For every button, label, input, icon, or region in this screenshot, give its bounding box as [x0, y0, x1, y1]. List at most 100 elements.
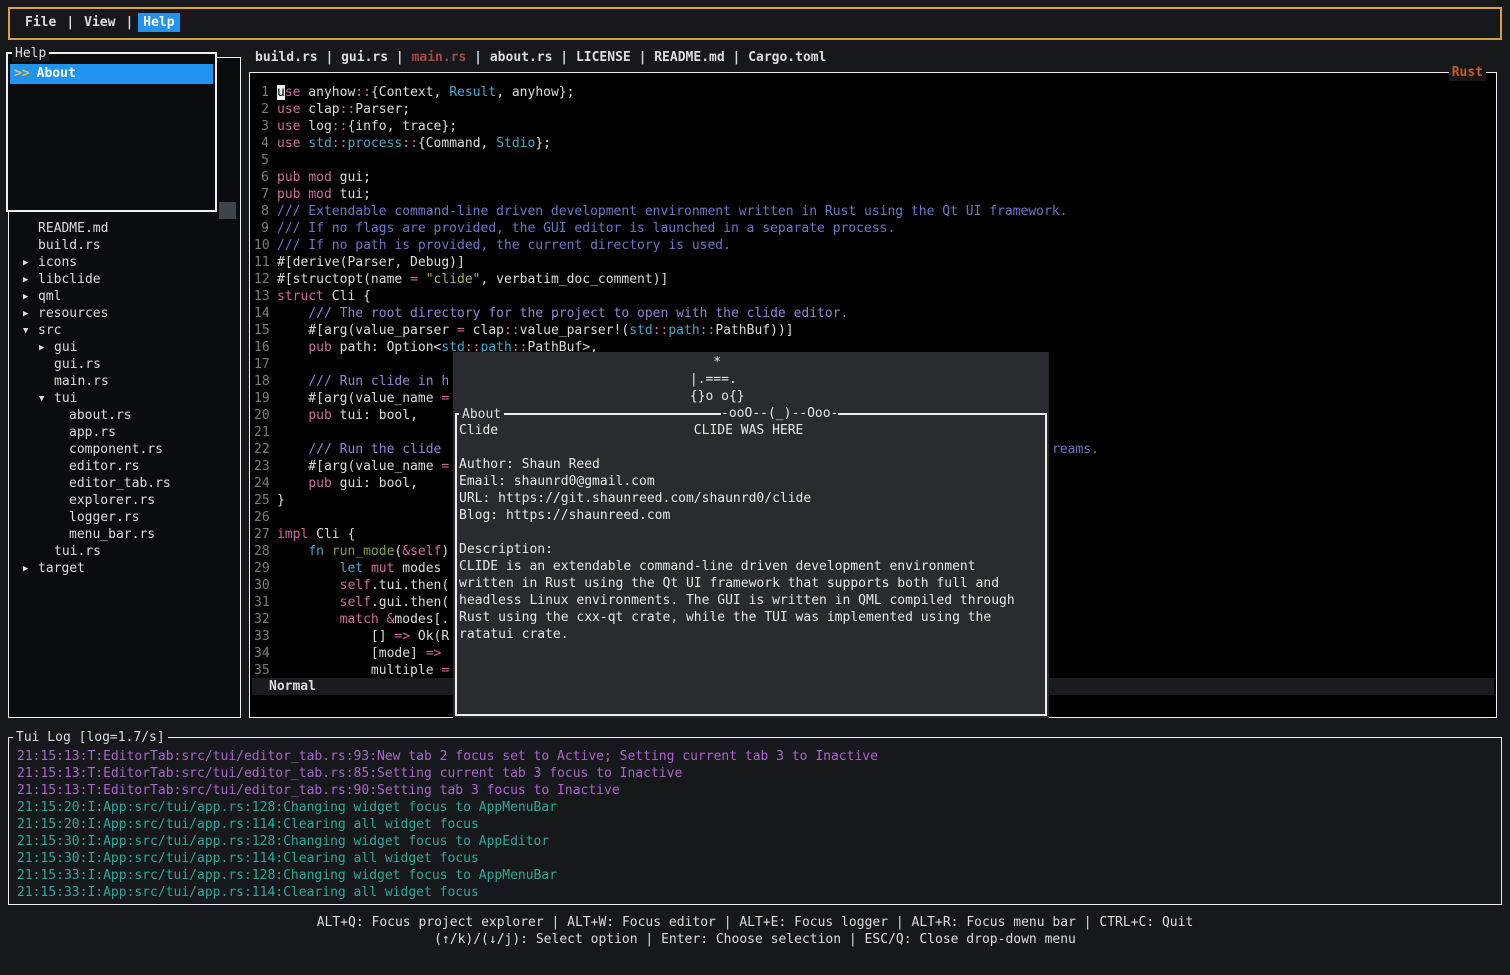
code-token: gui: bool,	[332, 476, 418, 491]
editor-language-badge: Rust	[1449, 64, 1486, 81]
code-token: #[arg(value_parser	[277, 323, 457, 338]
code-line: 3use log::{info, trace};	[252, 118, 1494, 135]
code-token: pub	[308, 340, 331, 355]
tree-item-build-rs[interactable]: build.rs	[9, 237, 239, 254]
menu-items: File|View|Help	[20, 14, 180, 31]
code-token: /// If no flags are provided, the GUI ed…	[277, 221, 895, 236]
code-token: #[arg(value_name	[277, 391, 441, 406]
code-token: #[arg(value_name	[277, 459, 441, 474]
help-item-label: About	[37, 66, 76, 81]
code-line: 15 #[arg(value_parser = clap::value_pars…	[252, 322, 1494, 339]
code-token	[418, 272, 426, 287]
line-number: 9	[254, 220, 269, 237]
tree-item-explorer-rs[interactable]: explorer.rs	[9, 492, 239, 509]
tree-item-libclide[interactable]: ▶libclide	[9, 271, 239, 288]
tab-readme-md[interactable]: README.md	[654, 50, 724, 65]
code-token	[277, 374, 308, 389]
menu-item-help[interactable]: Help	[138, 13, 179, 32]
tree-item-resources[interactable]: ▶resources	[9, 305, 239, 322]
menu-item-file[interactable]: File	[20, 13, 61, 32]
code-token: pub	[277, 170, 300, 185]
scrollbar-thumb[interactable]	[219, 202, 236, 219]
log-entry: 21:15:30:I:App:src/tui/app.rs:128:Changi…	[17, 833, 1497, 850]
log-entry: 21:15:33:I:App:src/tui/app.rs:114:Cleari…	[17, 884, 1497, 901]
code-line: 14 /// The root directory for the projec…	[252, 305, 1494, 322]
code-token: =>	[394, 629, 410, 644]
file-tree: README.mdbuild.rs▶icons▶libclide▶qml▶res…	[9, 220, 239, 577]
tree-item-tui-rs[interactable]: tui.rs	[9, 543, 239, 560]
tree-item-editor-rs[interactable]: editor.rs	[9, 458, 239, 475]
log-entry: 21:15:33:I:App:src/tui/app.rs:128:Changi…	[17, 867, 1497, 884]
tree-item-label: target	[38, 561, 85, 576]
footer-shortcuts: ALT+Q: Focus project explorer | ALT+W: F…	[0, 914, 1510, 948]
code-token: log	[300, 119, 331, 134]
tree-item-menu-bar-rs[interactable]: menu_bar.rs	[9, 526, 239, 543]
code-token: Result	[449, 85, 496, 100]
tab-gui-rs[interactable]: gui.rs	[341, 50, 388, 65]
code-line: 6pub mod gui;	[252, 169, 1494, 186]
tab-about-rs[interactable]: about.rs	[490, 50, 553, 65]
line-number: 32	[254, 611, 269, 628]
tree-item-app-rs[interactable]: app.rs	[9, 424, 239, 441]
log-panel[interactable]: Tui Log [log=1.7/s] 21:15:13:T:EditorTab…	[8, 737, 1502, 905]
code-token: std	[308, 136, 331, 151]
help-item-about[interactable]: >>About	[10, 64, 213, 84]
chevron-right-icon: ▶	[23, 255, 38, 272]
tab-separator: |	[318, 50, 341, 65]
tree-item-label: libclide	[38, 272, 101, 287]
tree-item-readme-md[interactable]: README.md	[9, 220, 239, 237]
tree-item-label: component.rs	[69, 442, 163, 457]
line-number: 11	[254, 254, 269, 271]
code-token: self	[340, 578, 371, 593]
tree-item-gui-rs[interactable]: gui.rs	[9, 356, 239, 373]
tree-item-logger-rs[interactable]: logger.rs	[9, 509, 239, 526]
code-token: =	[410, 272, 418, 287]
code-line: 11#[derive(Parser, Debug)]	[252, 254, 1494, 271]
code-token: tui;	[332, 187, 371, 202]
help-dropdown-items: >>About	[10, 64, 213, 84]
code-token: Stdio	[496, 136, 535, 151]
tree-item-editor-tab-rs[interactable]: editor_tab.rs	[9, 475, 239, 492]
code-token: modes	[394, 561, 441, 576]
tab-main-rs[interactable]: main.rs	[412, 50, 467, 65]
tree-item-gui[interactable]: ▶gui	[9, 339, 239, 356]
line-number: 13	[254, 288, 269, 305]
code-token: []	[277, 629, 394, 644]
tree-item-about-rs[interactable]: about.rs	[9, 407, 239, 424]
tree-item-qml[interactable]: ▶qml	[9, 288, 239, 305]
cursor: u	[277, 85, 285, 100]
tree-item-label: gui.rs	[54, 357, 101, 372]
tab-separator: |	[631, 50, 654, 65]
code-token	[277, 306, 308, 321]
tree-item-tui[interactable]: ▼tui	[9, 390, 239, 407]
tab-license[interactable]: LICENSE	[576, 50, 631, 65]
tree-item-label: menu_bar.rs	[69, 527, 155, 542]
log-entries: 21:15:13:T:EditorTab:src/tui/editor_tab.…	[17, 748, 1497, 901]
log-entry: 21:15:13:T:EditorTab:src/tui/editor_tab.…	[17, 782, 1497, 799]
code-token	[277, 442, 308, 457]
code-token: Cli {	[324, 289, 371, 304]
code-token	[277, 612, 340, 627]
tab-cargo-toml[interactable]: Cargo.toml	[748, 50, 826, 65]
tree-item-main-rs[interactable]: main.rs	[9, 373, 239, 390]
code-token: use	[277, 102, 300, 117]
tree-item-icons[interactable]: ▶icons	[9, 254, 239, 271]
tree-item-src[interactable]: ▼src	[9, 322, 239, 339]
code-token: path	[668, 323, 699, 338]
chevron-down-icon: ▼	[23, 323, 38, 340]
code-token: }	[277, 493, 285, 508]
tree-item-target[interactable]: ▶target	[9, 560, 239, 577]
code-token: /// If no path is provided, the current …	[277, 238, 731, 253]
about-popup-content: Clide CLIDE WAS HERE Author: Shaun Reed …	[459, 422, 1015, 643]
tree-item-label: about.rs	[69, 408, 132, 423]
code-token: impl	[277, 527, 308, 542]
code-token	[277, 561, 340, 576]
code-line: 1use anyhow::{Context, Result, anyhow};	[252, 84, 1494, 101]
code-token: Cli {	[308, 527, 355, 542]
code-line: 9 /// If no flags are provided, the GUI e…	[252, 220, 1494, 237]
footer-shortcuts-line2: (↑/k)/(↓/j): Select option | Enter: Choo…	[0, 931, 1510, 948]
tab-build-rs[interactable]: build.rs	[255, 50, 318, 65]
tree-item-component-rs[interactable]: component.rs	[9, 441, 239, 458]
help-dropdown: Help >>About	[6, 52, 217, 212]
menu-item-view[interactable]: View	[79, 13, 120, 32]
